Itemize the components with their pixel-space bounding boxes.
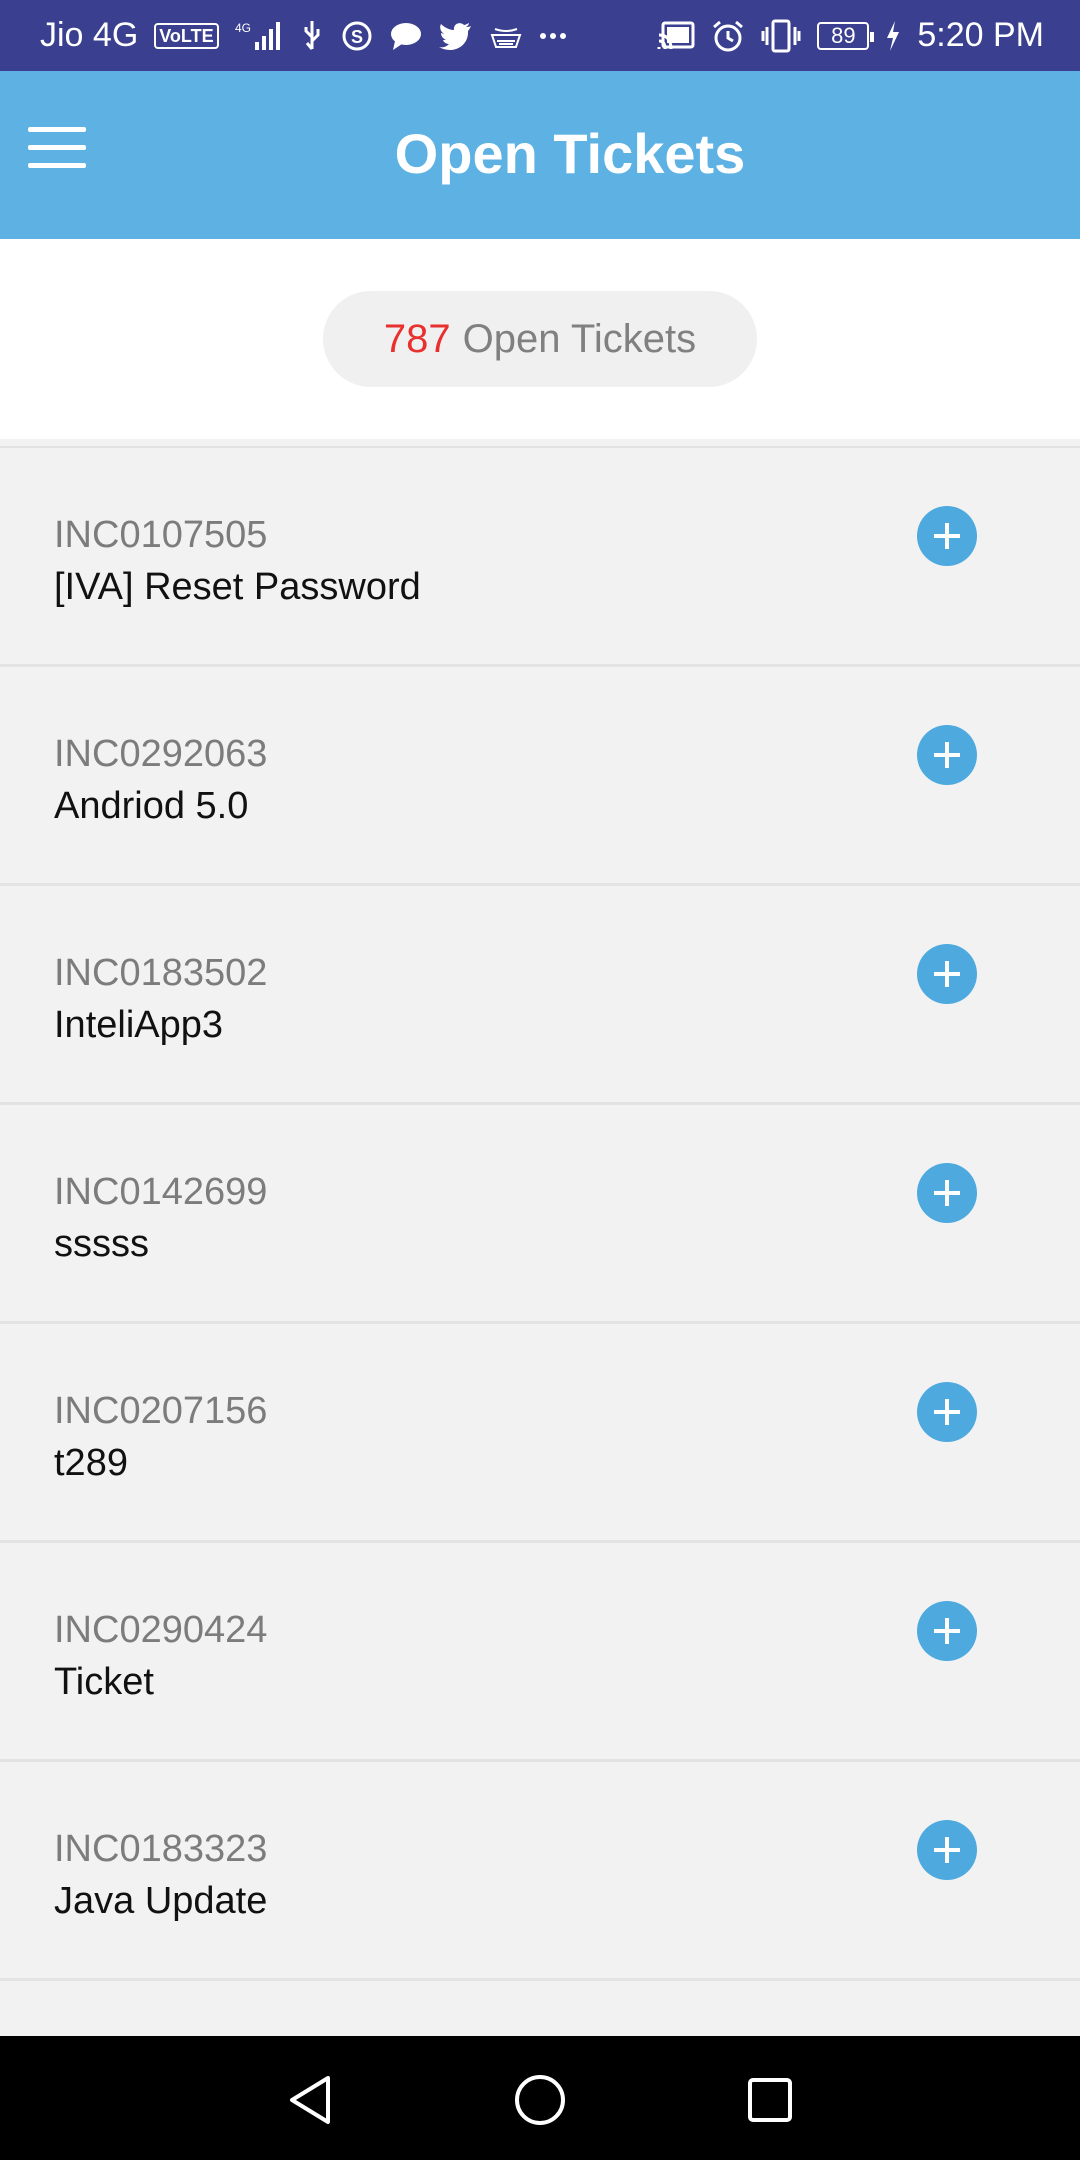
navigation-bar — [0, 2036, 1080, 2160]
back-icon[interactable] — [282, 2072, 338, 2128]
add-icon[interactable] — [917, 506, 977, 566]
twitter-icon — [438, 21, 473, 51]
status-bar: Jio 4G VoLTE 4G S 89 5:20 PM — [0, 0, 1080, 71]
svg-text:S: S — [351, 27, 363, 47]
ticket-row[interactable]: INC0107505 [IVA] Reset Password — [0, 448, 1080, 667]
vibrate-icon — [761, 19, 801, 53]
more-icon — [539, 31, 567, 41]
open-tickets-count-pill: 787 Open Tickets — [323, 291, 757, 387]
signal-icon: 4G — [235, 20, 283, 52]
ticket-row[interactable]: INC0290424 Ticket — [0, 1543, 1080, 1762]
ticket-row[interactable]: INC0183323 Java Update — [0, 1762, 1080, 1981]
ticket-title: Java Update — [54, 1880, 268, 1922]
page-title: Open Tickets — [394, 122, 746, 185]
ticket-title: [IVA] Reset Password — [54, 566, 421, 608]
ticket-id: INC0292063 — [54, 733, 268, 775]
ticket-row[interactable]: INC0142699 sssss — [0, 1105, 1080, 1324]
network-badge: 4G — [235, 21, 251, 35]
ticket-row[interactable]: INC0207156 t289 — [0, 1324, 1080, 1543]
cast-icon — [657, 21, 695, 51]
ticket-id: INC0290424 — [54, 1609, 268, 1651]
ticket-row[interactable] — [0, 1981, 1080, 2038]
ticket-row[interactable]: INC0183502 InteliApp3 — [0, 886, 1080, 1105]
ticket-id: INC0207156 — [54, 1390, 268, 1432]
add-icon[interactable] — [917, 1820, 977, 1880]
usb-icon — [299, 19, 325, 53]
volte-badge: VoLTE — [154, 22, 219, 49]
ticket-id: INC0183323 — [54, 1828, 268, 1870]
app-bar: Open Tickets — [0, 71, 1080, 239]
ticket-title: sssss — [54, 1223, 149, 1265]
add-icon[interactable] — [917, 1163, 977, 1223]
skype-icon: S — [341, 20, 373, 52]
open-tickets-count: 787 — [383, 316, 451, 361]
chat-icon — [389, 21, 423, 51]
ticket-summary: 787 Open Tickets — [0, 239, 1080, 439]
status-bar-left: Jio 4G VoLTE 4G S — [40, 16, 567, 55]
ticket-title: t289 — [54, 1442, 128, 1484]
add-icon[interactable] — [917, 725, 977, 785]
ticket-list: INC0107505 [IVA] Reset Password INC02920… — [0, 446, 1080, 2038]
ticket-title: Ticket — [54, 1661, 154, 1703]
recents-icon[interactable] — [742, 2072, 798, 2128]
charging-icon — [885, 20, 901, 51]
open-tickets-label: Open Tickets — [462, 316, 697, 361]
ticket-title: InteliApp3 — [54, 1004, 224, 1046]
add-icon[interactable] — [917, 1601, 977, 1661]
home-icon[interactable] — [512, 2072, 568, 2128]
ticket-title: Andriod 5.0 — [54, 785, 249, 827]
ticket-id: INC0142699 — [54, 1171, 268, 1213]
ticket-row[interactable]: INC0292063 Andriod 5.0 — [0, 667, 1080, 886]
amazon-icon — [489, 21, 523, 51]
add-icon[interactable] — [917, 944, 977, 1004]
battery-indicator: 89 — [817, 21, 875, 50]
status-bar-right: 89 5:20 PM — [657, 16, 1044, 55]
ticket-id: INC0107505 — [54, 514, 268, 556]
carrier-label: Jio 4G — [40, 16, 139, 54]
add-icon[interactable] — [917, 1382, 977, 1442]
alarm-icon — [711, 19, 745, 53]
clock: 5:20 PM — [917, 16, 1044, 54]
ticket-id: INC0183502 — [54, 952, 268, 994]
